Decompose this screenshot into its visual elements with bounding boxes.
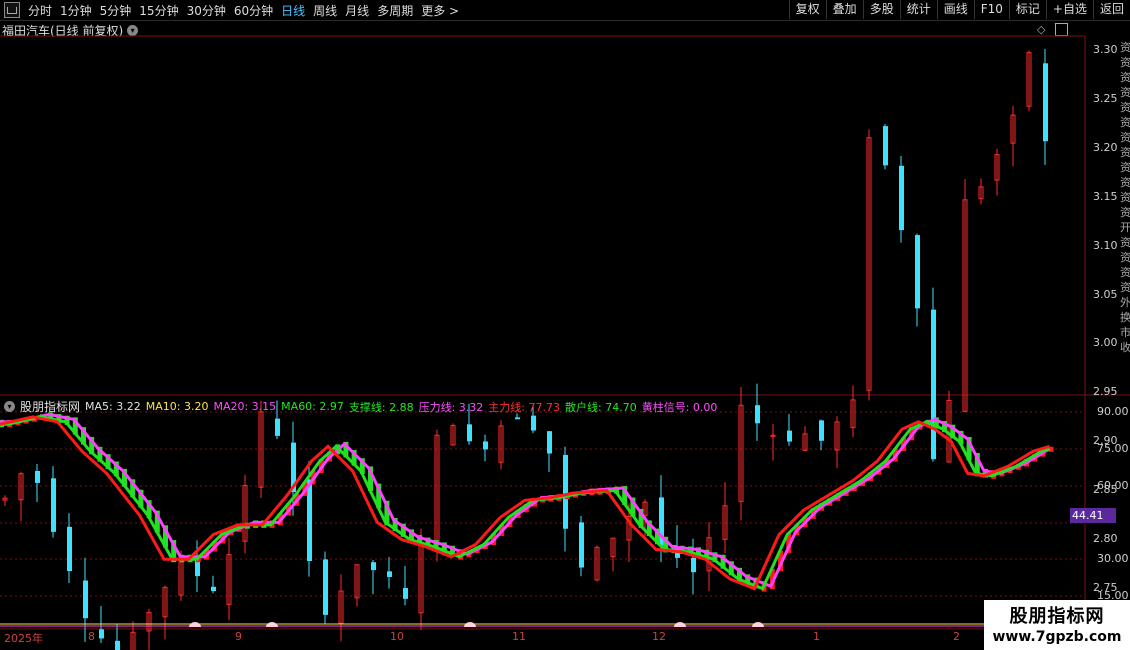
price-tick-4: 3.10 [1093,238,1118,252]
candle-body-20 [83,580,88,619]
indicator-legend-item-1: MA10: 3.20 [145,400,209,413]
candle-body-92 [371,562,376,571]
kline-chart[interactable] [0,0,1130,650]
candle-body-220 [883,126,888,166]
indicator-legend-item-5: 压力线: 3.32 [418,400,484,414]
indicator-legend-item-0: MA5: 3.22 [85,400,141,413]
indicator-tick-1: 75.00 [1097,442,1129,455]
candle-body-196 [787,430,792,442]
price-tick-0: 3.30 [1093,43,1118,56]
date-label-0: 2025年 [4,632,43,645]
candle-body-68 [275,418,280,436]
candle-body-116 [467,424,472,442]
signal-marker-3 [674,622,686,627]
price-tick-1: 3.25 [1093,91,1118,105]
candle-body-52 [211,586,216,592]
candle-body-8 [35,470,40,483]
date-label-3: 10 [390,630,404,643]
side-info-column: 资资资资资资资资资资资资开资资资资外换市收 [1120,41,1130,354]
main-force-line [0,415,1051,591]
date-axis: 2025年 8 9 10 11 12 1 2 [0,630,984,645]
candle-body-232 [931,309,936,460]
signal-marker-1 [266,622,278,627]
signal-marker-4 [752,622,764,627]
chevron-down-icon[interactable]: ▾ [4,401,15,412]
candle-body-16 [67,526,72,572]
indicator-tick-3: 30.00 [1097,552,1129,565]
date-label-2: 9 [235,630,242,643]
indicator-legend-item-4: 支撑线: 2.88 [348,400,414,414]
candle-body-120 [483,441,488,450]
candle-body-100 [403,587,408,599]
signal-marker-2 [464,622,476,627]
date-label-4: 11 [512,630,526,643]
indicator-legend: ▾ 股朋指标网 MA5: 3.22 MA10: 3.20 MA20: 3.15 MA6… [4,398,717,415]
price-tick-7: 2.95 [1093,385,1118,399]
indicator-legend-item-7: 散户线: 74.70 [565,400,637,414]
price-tick-5: 3.05 [1093,287,1118,301]
candle-body-188 [755,405,760,424]
candle-body-172 [691,557,696,573]
date-label-5: 12 [652,630,666,643]
indicator-current-value: 44.41 [1070,508,1116,523]
watermark: 股朋指标网 www.7gpzb.com [984,600,1130,650]
indicator-tick-2: 60.00 [1097,479,1129,492]
signal-marker-0 [189,622,201,627]
indicator-name: 股朋指标网 [20,400,81,414]
candle-body-128 [515,417,520,420]
candle-body-228 [915,235,920,309]
indicator-legend-item-2: MA20: 3.15 [213,400,277,413]
candle-body-144 [579,522,584,568]
candle-body-132 [531,415,536,431]
candle-body-204 [819,420,824,441]
candle-body-96 [387,571,392,577]
candle-body-224 [899,165,904,231]
price-tick-2: 3.20 [1093,140,1118,154]
date-label-1: 8 [88,630,95,643]
candle-body-12 [51,478,56,532]
candle-body-260 [1043,63,1048,142]
date-label-7: 2 [953,630,960,643]
date-label-6: 1 [813,630,820,643]
watermark-title: 股朋指标网 [1009,606,1105,627]
candle-body-76 [307,479,312,562]
candle-body-136 [547,431,552,454]
watermark-url: www.7gpzb.com [992,629,1122,645]
candle-body-140 [563,454,568,529]
price-tick-6: 3.00 [1093,336,1118,350]
indicator-tick-0: 90.00 [1097,405,1129,418]
candle-body-80 [323,559,328,615]
indicator-legend-item-3: MA60: 2.97 [281,400,344,413]
price-tick-3: 3.15 [1093,189,1118,203]
indicator-legend-item-8: 黄柱信号: 0.00 [641,400,718,414]
price-tick-10: 2.80 [1093,532,1118,545]
indicator-legend-item-6: 主力线: 77.73 [488,400,560,414]
